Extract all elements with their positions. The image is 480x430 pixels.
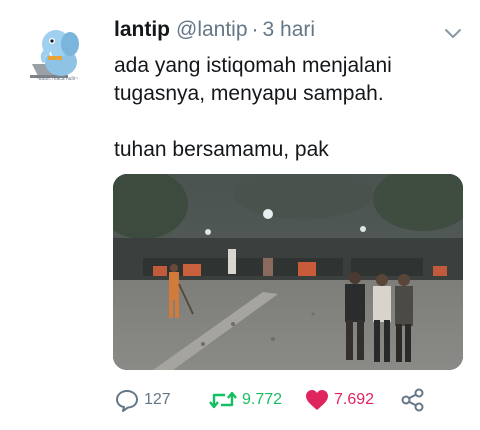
tweet-actions: 127 9.772 7.692	[114, 385, 434, 415]
tweet-text-line: tuhan bersamamu, pak	[114, 138, 329, 161]
username[interactable]: @lantip	[176, 18, 248, 42]
tweet-header: lantip @lantip · 3 hari	[114, 18, 315, 48]
street-photo	[113, 174, 463, 370]
retweet-count: 9.772	[242, 391, 283, 408]
share-button[interactable]	[400, 385, 430, 415]
share-icon	[401, 388, 424, 412]
retweet-icon	[209, 391, 237, 409]
separator: ·	[251, 18, 259, 41]
tweet[interactable]: ~bau/c maca nulir~ lantip @lantip · 3 ha…	[0, 0, 480, 430]
chevron-down-icon[interactable]	[442, 22, 464, 44]
retweet-button[interactable]: 9.772	[208, 385, 282, 415]
display-name[interactable]: lantip	[114, 18, 170, 42]
tweet-photo[interactable]	[113, 174, 463, 370]
tweet-text-line: ada yang istiqomah menjalani	[114, 54, 392, 77]
like-count: 7.692	[334, 391, 375, 408]
avatar[interactable]: ~bau/c maca nulir~	[18, 14, 96, 92]
timestamp[interactable]: 3 hari	[263, 18, 316, 42]
like-button[interactable]: 7.692	[304, 385, 374, 415]
heart-icon	[306, 390, 328, 410]
avatar-caption: ~bau/c maca nulir~	[35, 76, 79, 82]
tweet-text-line: tugasnya, menyapu sampah.	[114, 82, 384, 105]
reply-button[interactable]: 127	[114, 385, 171, 415]
tweet-text: ada yang istiqomah menjalani tugasnya, m…	[114, 52, 464, 164]
reply-count: 127	[144, 391, 171, 408]
reply-icon	[116, 390, 138, 412]
